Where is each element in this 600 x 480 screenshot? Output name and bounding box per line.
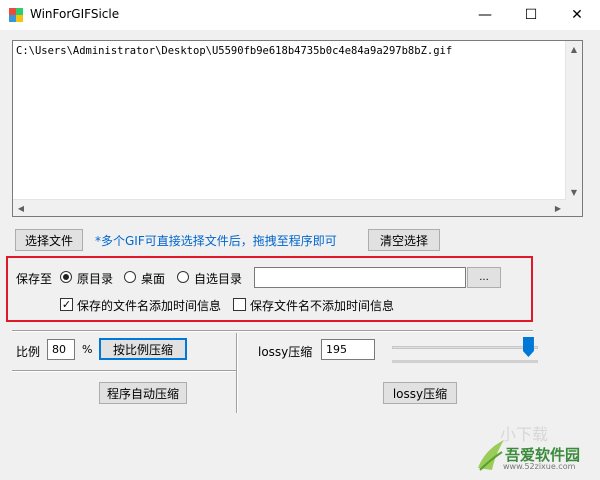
lossy-compress-button[interactable]: lossy压缩 <box>383 382 457 404</box>
custom-dir-input[interactable] <box>254 267 466 288</box>
close-icon: ✕ <box>571 7 583 23</box>
percent-label: % <box>82 343 93 356</box>
scroll-right-icon[interactable]: ▶ <box>550 200 566 216</box>
drag-hint-text: *多个GIF可直接选择文件后，拖拽至程序即可 <box>95 234 337 248</box>
save-to-label: 保存至 <box>16 272 53 286</box>
select-file-button[interactable]: 选择文件 <box>15 229 83 251</box>
browse-button[interactable]: ... <box>467 267 501 288</box>
watermark-url: www.52zixue.com <box>503 462 576 471</box>
compress-by-ratio-button[interactable]: 按比例压缩 <box>99 338 187 360</box>
vertical-scrollbar[interactable]: ▲ ▼ <box>565 41 582 200</box>
radio-original-dir[interactable] <box>60 271 72 283</box>
file-list[interactable]: C:\Users\Administrator\Desktop\U5590fb9e… <box>12 40 583 217</box>
ratio-input[interactable]: 80 <box>47 339 75 360</box>
check-icon: ✓ <box>61 298 72 311</box>
lossy-value-input[interactable]: 195 <box>321 339 375 360</box>
scroll-left-icon[interactable]: ◀ <box>13 200 29 216</box>
clear-selection-button[interactable]: 清空选择 <box>368 229 440 251</box>
lossy-slider-thumb[interactable] <box>522 337 534 357</box>
maximize-icon: ☐ <box>524 7 538 23</box>
add-time-label[interactable]: 保存的文件名添加时间信息 <box>77 297 221 314</box>
radio-desktop[interactable] <box>124 271 136 283</box>
add-time-checkbox[interactable]: ✓ <box>60 298 73 311</box>
scroll-corner <box>566 200 582 216</box>
radio-custom-dir[interactable] <box>177 271 189 283</box>
no-time-checkbox[interactable] <box>233 298 246 311</box>
close-button[interactable]: ✕ <box>554 0 600 30</box>
lossy-slider-ticks <box>392 360 538 363</box>
app-icon <box>9 8 23 22</box>
radio-original-dir-label[interactable]: 原目录 <box>77 270 113 287</box>
lossy-slider-track[interactable] <box>392 346 538 349</box>
list-item[interactable]: C:\Users\Administrator\Desktop\U5590fb9e… <box>16 45 452 57</box>
ratio-label: 比例 <box>16 345 41 359</box>
horizontal-scrollbar[interactable]: ◀ ▶ <box>13 199 566 216</box>
left-divider <box>12 370 236 372</box>
auto-compress-button[interactable]: 程序自动压缩 <box>99 382 187 404</box>
maximize-button[interactable]: ☐ <box>508 0 554 30</box>
radio-selected-dot <box>63 274 69 280</box>
top-divider <box>12 330 533 332</box>
no-time-label[interactable]: 保存文件名不添加时间信息 <box>250 297 394 314</box>
window-title: WinForGIFSicle <box>30 7 120 21</box>
vertical-divider <box>236 333 238 413</box>
minimize-icon: — <box>478 7 492 23</box>
lossy-label: lossy压缩 <box>258 345 313 359</box>
radio-custom-dir-label[interactable]: 自选目录 <box>194 270 242 287</box>
radio-desktop-label[interactable]: 桌面 <box>141 270 165 287</box>
scroll-up-icon[interactable]: ▲ <box>566 41 582 57</box>
minimize-button[interactable]: — <box>462 0 508 30</box>
svg-text:小下载: 小下载 <box>500 425 548 444</box>
scroll-down-icon[interactable]: ▼ <box>566 184 582 200</box>
title-bar[interactable]: WinForGIFSicle — ☐ ✕ <box>0 0 600 30</box>
